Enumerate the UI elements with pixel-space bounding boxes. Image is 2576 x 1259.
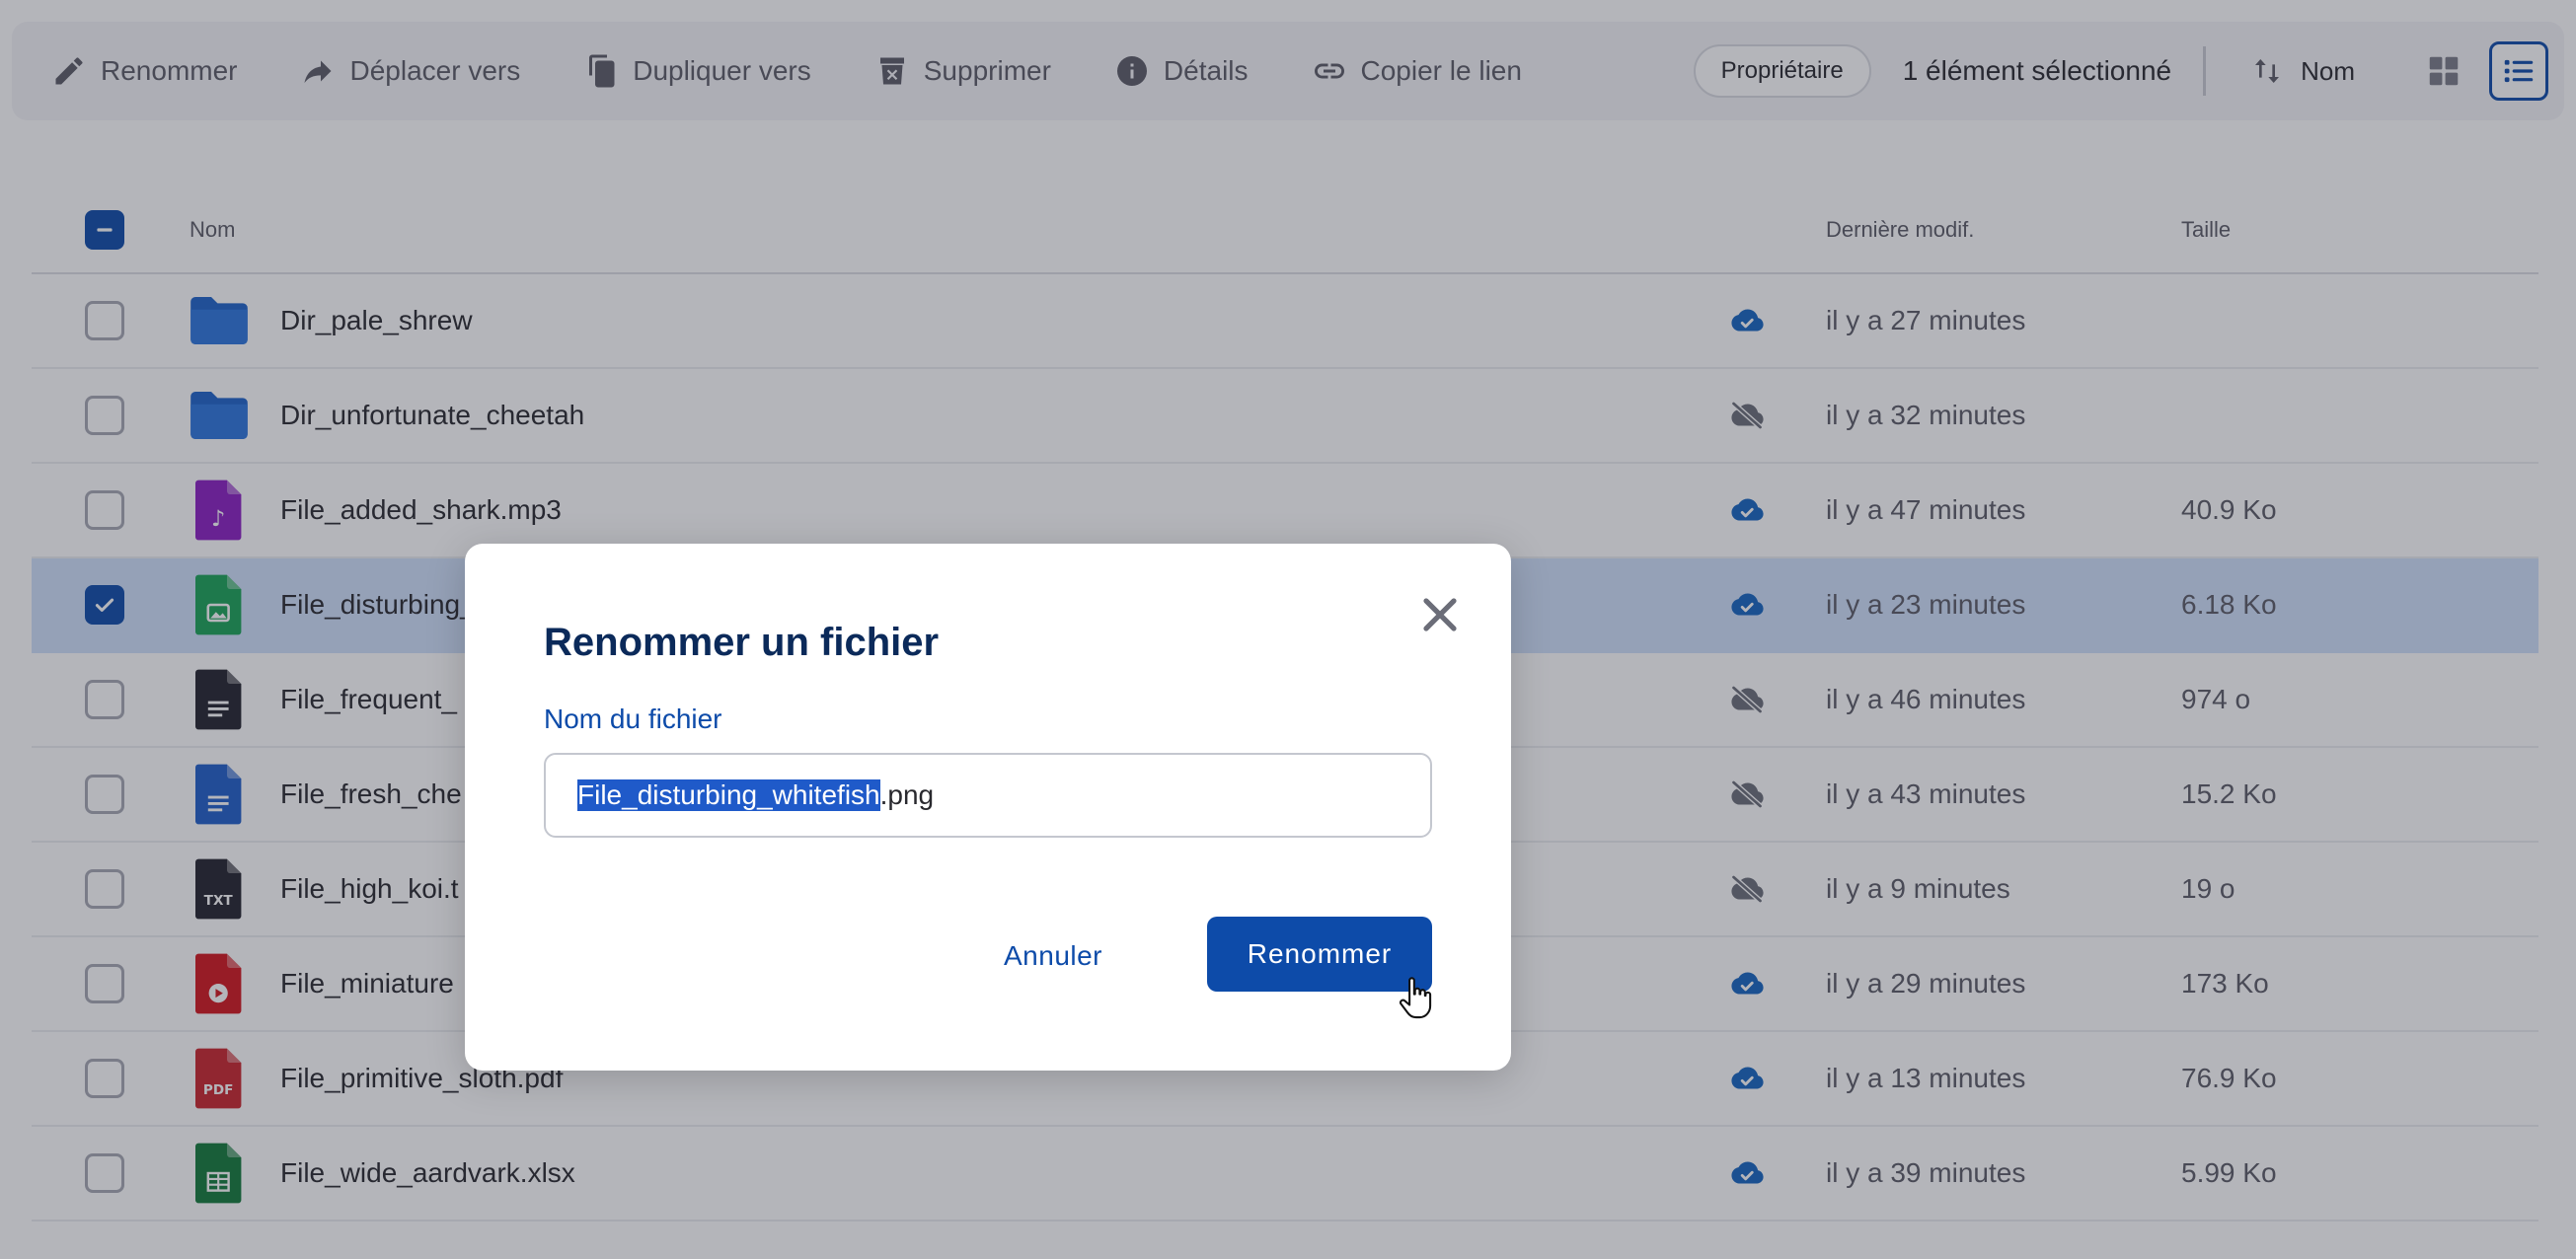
hand-cursor-icon — [1400, 977, 1432, 1019]
filename-field-label: Nom du fichier — [544, 704, 722, 734]
close-icon[interactable] — [1416, 591, 1464, 638]
dialog-title: Renommer un fichier — [544, 621, 940, 664]
filename-input[interactable]: File_disturbing_whitefish .png — [544, 753, 1432, 838]
filename-extension: .png — [879, 779, 935, 810]
filename-selected-text: File_disturbing_whitefish — [577, 779, 880, 811]
rename-dialog: Renommer un fichier Nom du fichier File_… — [465, 544, 1511, 1071]
cancel-button[interactable]: Annuler — [988, 919, 1118, 994]
